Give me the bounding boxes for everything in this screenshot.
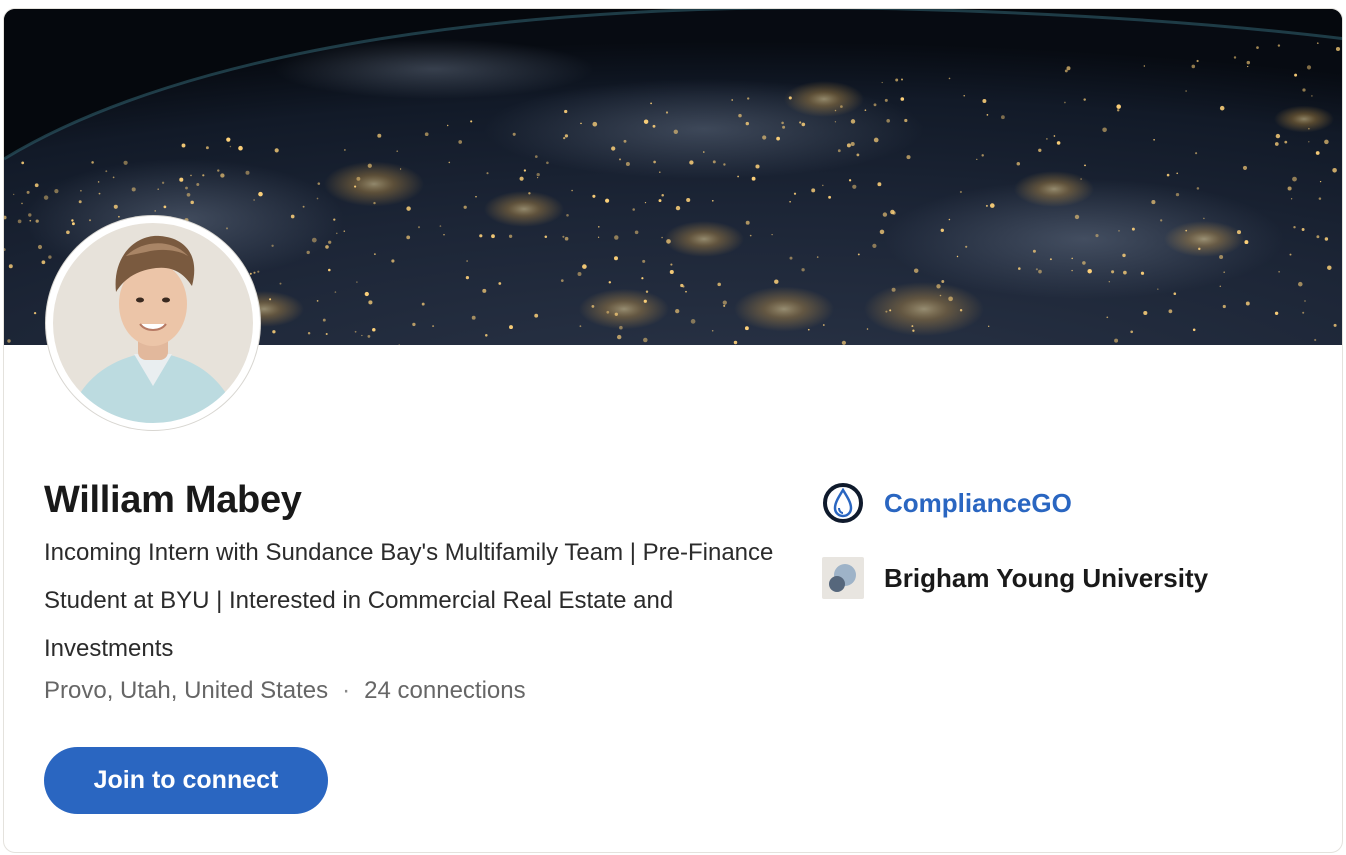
profile-meta: Provo, Utah, United States · 24 connecti… [44,677,526,705]
profile-avatar[interactable] [46,216,260,430]
profile-headline: Incoming Intern with Sundance Bay's Mult… [44,539,774,662]
profile-photo [47,217,259,429]
org-name-compliancego[interactable]: ComplianceGO [884,488,1072,519]
profile-location: Provo, Utah, United States [44,677,329,704]
org-item-compliancego[interactable]: ComplianceGO [822,481,1208,525]
university-logo-icon [822,557,864,599]
profile-name: William Mabey [44,479,302,521]
org-item-byu[interactable]: Brigham Young University [822,556,1208,600]
meta-separator: · [342,677,351,704]
compliancego-logo-icon [822,482,864,524]
organizations-list: ComplianceGO Brigham Young University [822,481,1208,631]
join-to-connect-button[interactable]: Join to connect [44,747,328,814]
profile-connections[interactable]: 24 connections [364,677,525,705]
org-name-byu[interactable]: Brigham Young University [884,563,1208,594]
profile-card: William Mabey Incoming Intern with Sunda… [3,8,1343,853]
